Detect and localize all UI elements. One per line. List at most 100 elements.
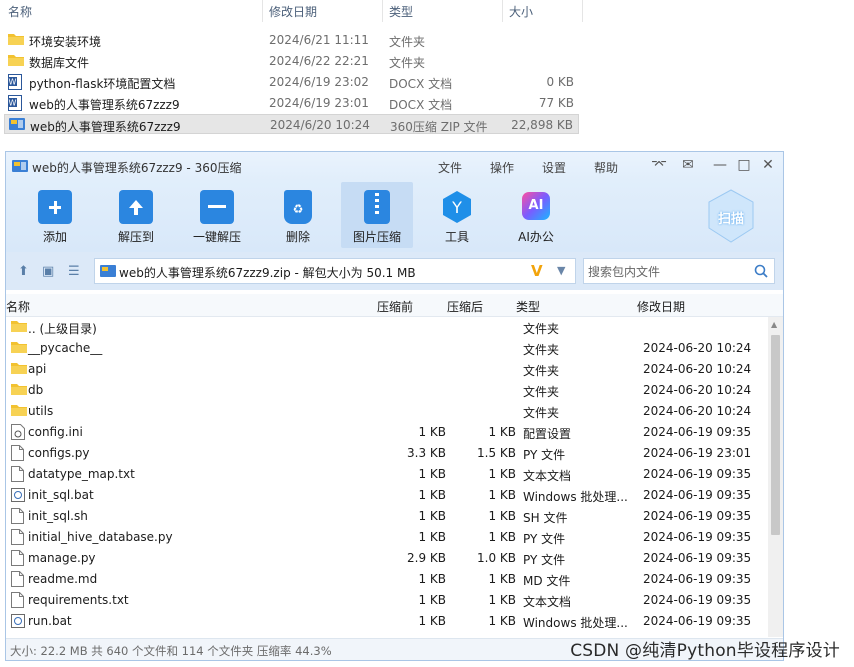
tools-button[interactable]: Y 工具 [421, 182, 493, 248]
menu-settings[interactable]: 设置 [542, 159, 566, 176]
archive-file-name: __pycache__ [28, 341, 103, 355]
one-click-extract-button[interactable]: 一键解压 [181, 182, 253, 248]
search-icon[interactable] [754, 264, 768, 278]
archive-file-name: manage.py [28, 551, 96, 565]
zip-app-icon [12, 160, 28, 172]
one-click-extract-label: 一键解压 [192, 230, 241, 244]
menu-operate[interactable]: 操作 [490, 159, 514, 176]
image-compress-icon [364, 190, 390, 224]
archive-row[interactable]: readme.md 1 KB 1 KB MD 文件 2024-06-19 09:35 [6, 569, 768, 590]
archive-file-date: 2024-06-19 09:35 [643, 614, 752, 628]
explorer-file-type: 文件夹 [389, 35, 426, 49]
archive-size-after: 1 KB [488, 530, 516, 544]
archive-size-after: 1 KB [488, 593, 516, 607]
archive-file-name: run.bat [28, 614, 72, 628]
explorer-col-date[interactable]: 修改日期 [269, 3, 317, 20]
archive-row[interactable]: utils 文件夹 2024-06-20 10:24 [6, 401, 768, 422]
explorer-col-size[interactable]: 大小 [509, 3, 533, 20]
archive-file-name: config.ini [28, 425, 83, 439]
archive-file-type: 文件夹 [523, 385, 560, 399]
archive-row[interactable]: datatype_map.txt 1 KB 1 KB 文本文档 2024-06-19 0… [6, 464, 768, 485]
explorer-row[interactable]: Wpython-flask环境配置文档 2024/6/19 23:02 DOCX 文… [4, 72, 579, 92]
explorer-file-date: 2024/6/22 22:21 [269, 54, 369, 68]
folder-icon [11, 319, 27, 336]
file-icon [11, 445, 24, 464]
col-name[interactable]: 名称 [6, 298, 30, 315]
file-icon [11, 571, 24, 590]
archive-size-after: 1 KB [488, 572, 516, 586]
explorer-row[interactable]: 环境安装环境 2024/6/21 11:11 文件夹 [4, 30, 579, 50]
dropdown-arrow-icon[interactable]: ▼ [557, 264, 565, 277]
explorer-file-type: DOCX 文档 [389, 77, 453, 91]
archive-row[interactable]: configs.py 3.3 KB 1.5 KB PY 文件 2024-06-19 23… [6, 443, 768, 464]
up-arrow-icon[interactable]: ⬆ [18, 264, 29, 279]
archive-file-date: 2024-06-19 23:01 [643, 446, 752, 460]
col-type[interactable]: 类型 [516, 298, 540, 315]
menu-file[interactable]: 文件 [438, 159, 462, 176]
file-icon [11, 592, 24, 611]
explorer-row[interactable]: 数据库文件 2024/6/22 22:21 文件夹 [4, 51, 579, 71]
search-box [583, 258, 775, 284]
close-icon[interactable]: ✕ [760, 157, 776, 173]
vertical-scrollbar[interactable]: ▲ [768, 317, 783, 637]
explorer-file-name: 数据库文件 [29, 56, 90, 70]
archive-row[interactable]: api 文件夹 2024-06-20 10:24 [6, 359, 768, 380]
archive-size-after: 1 KB [488, 509, 516, 523]
archive-row[interactable]: requirements.txt 1 KB 1 KB 文本文档 2024-06-19 0… [6, 590, 768, 611]
add-button[interactable]: 添加 [19, 182, 91, 248]
archive-file-name: init_sql.sh [28, 509, 88, 523]
scroll-up-icon[interactable]: ▲ [771, 320, 777, 329]
search-input[interactable] [586, 262, 750, 282]
scan-button[interactable]: 扫描 [706, 188, 756, 244]
v-logo-icon[interactable]: V [531, 262, 543, 280]
archive-row[interactable]: init_sql.sh 1 KB 1 KB SH 文件 2024-06-19 09:35 [6, 506, 768, 527]
archive-file-date: 2024-06-19 09:35 [643, 572, 752, 586]
archive-row[interactable]: run.bat 1 KB 1 KB Windows 批处理... 2024-06-19 … [6, 611, 768, 632]
skin-icon[interactable]: ⌤ [651, 157, 667, 173]
extract-to-label: 解压到 [117, 230, 154, 244]
address-bar-area: ⬆ ▣ ☰ web的人事管理系统67zzz9.zip - 解包大小为 50.1 … [6, 252, 783, 290]
archive-size-before: 1 KB [418, 572, 446, 586]
list-view-icon[interactable]: ☰ [68, 264, 80, 279]
explorer-row[interactable]: Wweb的人事管理系统67zzz9 2024/6/19 23:01 DOCX 文档 7… [4, 93, 579, 113]
maximize-icon[interactable]: □ [736, 157, 752, 173]
add-label: 添加 [42, 230, 67, 244]
archive-size-before: 1 KB [418, 509, 446, 523]
address-box[interactable]: web的人事管理系统67zzz9.zip - 解包大小为 50.1 MB V ▼ [94, 258, 576, 284]
thumbnail-view-icon[interactable]: ▣ [42, 264, 54, 279]
archive-file-type: 文件夹 [523, 406, 560, 420]
archive-file-date: 2024-06-19 09:35 [643, 467, 752, 481]
extract-to-button[interactable]: 解压到 [100, 182, 172, 248]
delete-button[interactable]: ♻ 删除 [262, 182, 334, 248]
archive-row[interactable]: .. (上级目录) 文件夹 [6, 317, 768, 338]
archive-row[interactable]: __pycache__ 文件夹 2024-06-20 10:24 [6, 338, 768, 359]
explorer-file-type: 360压缩 ZIP 文件 [390, 120, 488, 134]
archive-row[interactable]: initial_hive_database.py 1 KB 1 KB PY 文件 202… [6, 527, 768, 548]
col-date[interactable]: 修改日期 [637, 298, 685, 315]
ai-office-button[interactable]: AI AI办公 [500, 182, 572, 248]
archive-file-type: 配置设置 [523, 427, 572, 441]
title-bar[interactable]: web的人事管理系统67zzz9 - 360压缩 文件 操作 设置 帮助 ⌤ ✉… [6, 152, 783, 180]
scrollbar-thumb[interactable] [771, 335, 780, 535]
feedback-icon[interactable]: ✉ [680, 157, 696, 173]
explorer-file-size: 22,898 KB [511, 118, 573, 132]
explorer-col-type[interactable]: 类型 [389, 3, 413, 20]
col-size-after[interactable]: 压缩后 [447, 298, 483, 315]
explorer-file-name: web的人事管理系统67zzz9 [29, 98, 180, 112]
explorer-row[interactable]: web的人事管理系统67zzz9 2024/6/20 10:24 360压缩 ZIP… [4, 114, 579, 134]
archive-row[interactable]: manage.py 2.9 KB 1.0 KB PY 文件 2024-06-19 09:… [6, 548, 768, 569]
archive-row[interactable]: db 文件夹 2024-06-20 10:24 [6, 380, 768, 401]
col-size-before[interactable]: 压缩前 [377, 298, 413, 315]
archive-file-date: 2024-06-20 10:24 [643, 362, 752, 376]
archive-file-name: requirements.txt [28, 593, 129, 607]
explorer-col-name[interactable]: 名称 [8, 3, 32, 20]
tools-icon: Y [440, 190, 474, 224]
archive-row[interactable]: init_sql.bat 1 KB 1 KB Windows 批处理... 2024-0… [6, 485, 768, 506]
archive-file-name: api [28, 362, 47, 376]
archive-file-date: 2024-06-19 09:35 [643, 593, 752, 607]
archive-row[interactable]: config.ini 1 KB 1 KB 配置设置 2024-06-19 09:35 [6, 422, 768, 443]
archive-file-type: 文本文档 [523, 595, 572, 609]
image-compress-button[interactable]: 图片压缩 [341, 182, 413, 248]
menu-help[interactable]: 帮助 [594, 159, 618, 176]
minimize-icon[interactable]: — [712, 157, 728, 173]
